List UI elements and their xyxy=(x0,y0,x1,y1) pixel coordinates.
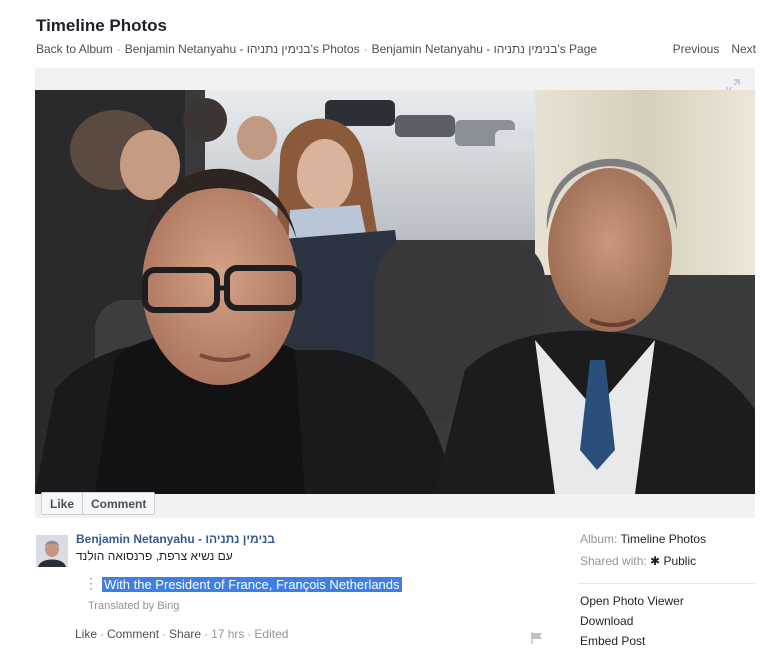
photo-sidebar: Album: Timeline Photos Shared with: ✱ Pu… xyxy=(580,532,755,576)
post-actions: Like · Comment · Share · 17 hrs · Edited xyxy=(75,627,288,641)
sidebar-divider xyxy=(578,583,755,584)
post-caption: עם נשיא צרפת, פרנסואה הולנד xyxy=(76,549,233,563)
open-photo-viewer-link[interactable]: Open Photo Viewer xyxy=(580,594,684,614)
breadcrumb-page[interactable]: Benjamin Netanyahu - בנימין נתניהו's Pag… xyxy=(372,42,598,56)
comment-button[interactable]: Comment xyxy=(82,493,154,514)
photo-pager: Previous Next xyxy=(661,42,756,56)
action-separator: · xyxy=(247,627,252,641)
album-row: Album: Timeline Photos xyxy=(580,532,755,554)
sidebar-links: Open Photo Viewer Download Embed Post xyxy=(580,594,684,652)
like-button[interactable]: Like xyxy=(42,493,82,514)
translated-by: Translated by Bing xyxy=(88,600,180,612)
post-edited[interactable]: Edited xyxy=(254,627,288,641)
privacy-row: Shared with: ✱ Public xyxy=(580,554,755,576)
post-author[interactable]: Benjamin Netanyahu - בנימין נתניהו xyxy=(76,532,275,546)
next-link[interactable]: Next xyxy=(731,42,756,56)
photo-stage xyxy=(35,68,755,518)
action-separator: · xyxy=(204,627,209,641)
post-time[interactable]: 17 hrs xyxy=(211,627,244,641)
post-like-link[interactable]: Like xyxy=(75,627,97,641)
breadcrumb-photos[interactable]: Benjamin Netanyahu - בנימין נתניהו's Pho… xyxy=(125,42,360,56)
action-separator: · xyxy=(162,627,167,641)
breadcrumb: Back to Album · Benjamin Netanyahu - בנימי… xyxy=(36,42,597,56)
post-translation: With the President of France, François N… xyxy=(102,577,402,592)
avatar-image xyxy=(36,535,68,567)
page-title: Timeline Photos xyxy=(36,16,167,35)
post-share-link[interactable]: Share xyxy=(169,627,201,641)
photo-action-bar: Like Comment xyxy=(41,492,156,515)
breadcrumb-separator: · xyxy=(116,42,121,56)
shared-value[interactable]: Public xyxy=(663,554,696,568)
previous-link[interactable]: Previous xyxy=(673,42,720,56)
globe-icon: ✱ xyxy=(650,554,661,568)
more-options-icon[interactable]: ⋮ xyxy=(84,575,98,592)
breadcrumb-separator: · xyxy=(363,42,368,56)
breadcrumb-back-to-album[interactable]: Back to Album xyxy=(36,42,113,56)
photo[interactable] xyxy=(35,90,755,494)
action-separator: · xyxy=(100,627,105,641)
embed-post-link[interactable]: Embed Post xyxy=(580,634,684,652)
post-comment-link[interactable]: Comment xyxy=(107,627,159,641)
album-label: Album: xyxy=(580,532,618,546)
album-value[interactable]: Timeline Photos xyxy=(620,532,706,546)
shared-label: Shared with: xyxy=(580,554,647,568)
flag-icon[interactable] xyxy=(530,631,544,645)
avatar[interactable] xyxy=(36,535,68,567)
download-link[interactable]: Download xyxy=(580,614,684,634)
